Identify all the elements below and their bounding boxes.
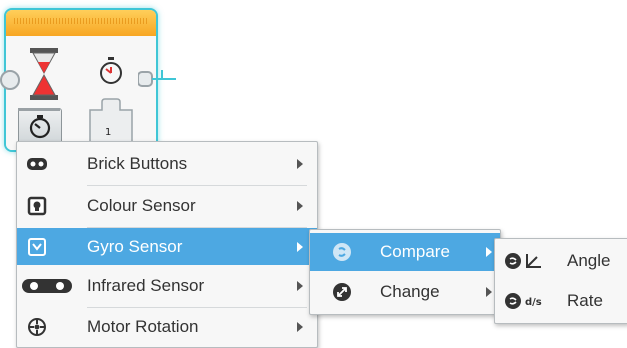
angle-icon [503,249,547,273]
menu-item-label: Motor Rotation [87,317,199,336]
sensor-menu: Brick Buttons Colour Sensor Gyro Sensor … [16,141,318,348]
menu-item-label: Compare [380,242,450,261]
chevron-right-icon [297,201,303,211]
sequence-output-plug[interactable] [138,67,178,91]
port-value: 1 [105,127,112,138]
gyro-sensor-icon [25,235,49,259]
menu-item-label: Rate [567,291,603,310]
compare-icon [330,240,354,264]
mode-button-highlight [18,108,60,111]
timer-icon [100,57,122,84]
chevron-right-icon [297,281,303,291]
chevron-right-icon [297,241,303,252]
menu-item-angle[interactable]: Angle [495,242,627,280]
menu-item-label: Change [380,282,440,301]
svg-text:d/s: d/s [525,297,542,308]
menu-item-label: Colour Sensor [87,196,196,215]
chevron-right-icon [486,287,492,297]
menu-item-change[interactable]: Change [310,273,500,311]
chevron-right-icon [486,247,492,257]
wait-block[interactable]: 1 [0,8,176,152]
motor-rotation-icon [25,315,49,339]
menu-item-infrared-sensor[interactable]: Infrared Sensor [17,266,317,306]
menu-item-rate[interactable]: d/s Rate [495,282,627,320]
brick-buttons-icon [25,152,49,176]
sequence-input-plug[interactable] [0,70,20,90]
colour-sensor-icon [25,194,49,218]
menu-item-gyro-sensor[interactable]: Gyro Sensor [17,228,317,265]
mode-timer-icon [29,115,51,139]
menu-item-motor-rotation[interactable]: Motor Rotation [17,308,317,346]
block-header[interactable] [6,10,156,36]
change-icon [330,280,354,304]
gyro-mode-menu: Compare Change [309,229,501,315]
menu-item-colour-sensor[interactable]: Colour Sensor [17,186,317,226]
rate-icon: d/s [503,289,547,313]
chevron-right-icon [297,159,303,169]
infrared-sensor-icon [17,274,77,298]
compare-mode-menu: Angle d/s Rate [494,238,627,324]
menu-item-label: Brick Buttons [87,154,188,173]
hourglass-icon [30,48,58,100]
chevron-right-icon [297,322,303,332]
menu-item-label: Angle [567,251,611,270]
menu-item-compare[interactable]: Compare [310,233,500,271]
menu-item-label: Gyro Sensor [87,236,183,256]
menu-item-label: Infrared Sensor [87,276,205,295]
menu-item-brick-buttons[interactable]: Brick Buttons [17,144,317,184]
